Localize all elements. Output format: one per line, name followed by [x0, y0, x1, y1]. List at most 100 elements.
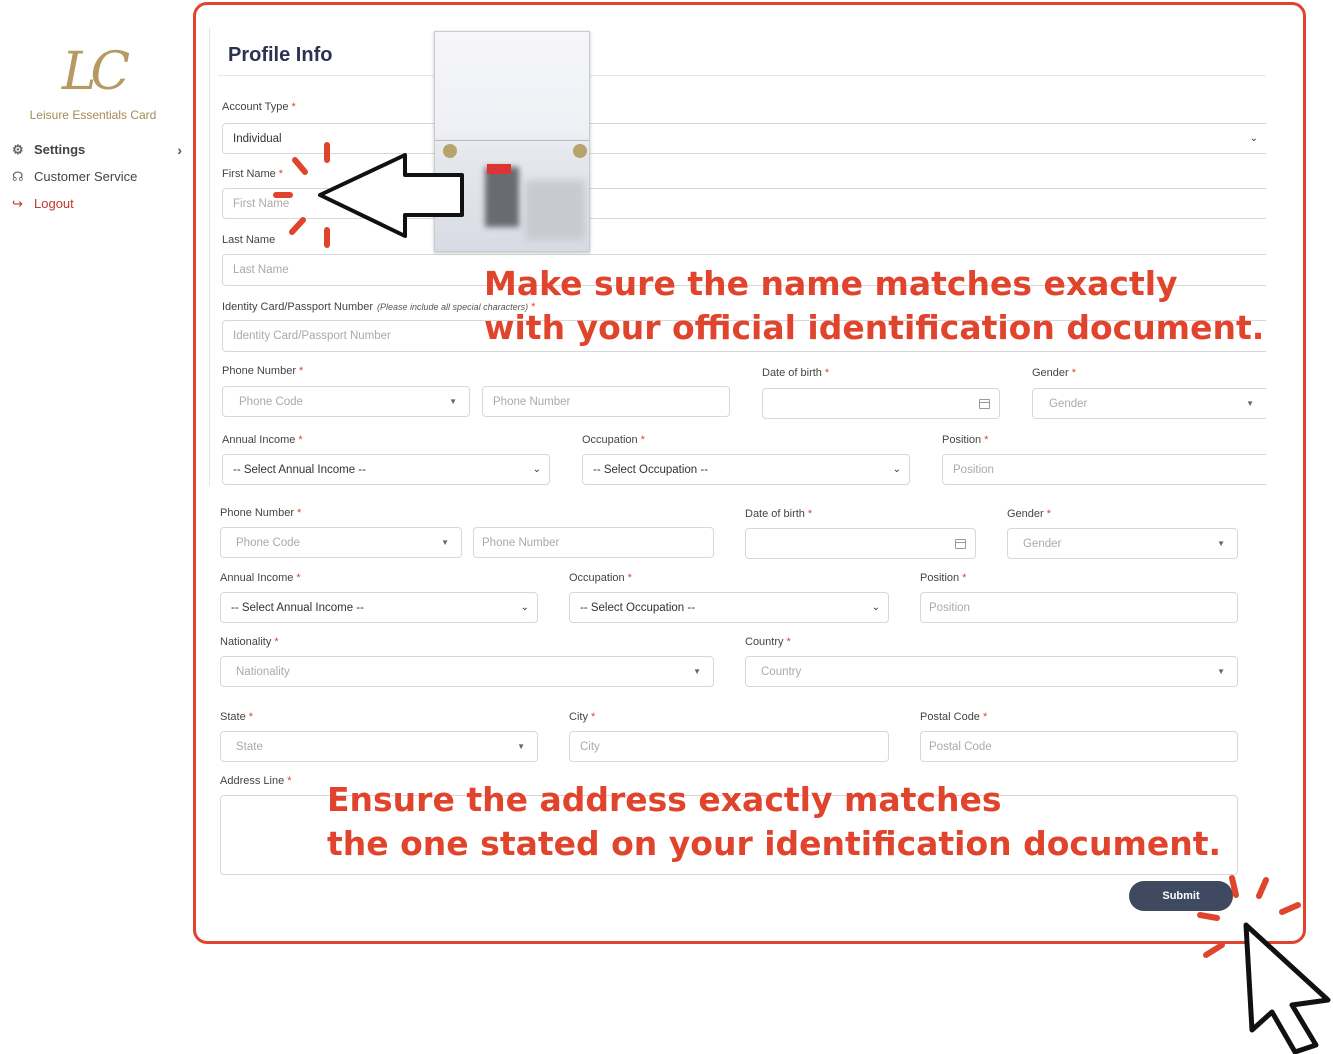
chevron-down-icon: ⌄: [892, 464, 901, 475]
dob-label: Date of birth *: [762, 367, 830, 379]
occupation-select[interactable]: -- Select Occupation -- ⌄: [582, 454, 910, 485]
country-label: Country *: [745, 636, 791, 648]
position-input-2[interactable]: Position: [920, 592, 1238, 623]
phone-number-placeholder: Phone Number: [482, 536, 560, 549]
chevron-down-icon: ⌄: [532, 464, 541, 475]
phone-label: Phone Number *: [222, 365, 304, 377]
annual-income-value: -- Select Annual Income --: [233, 463, 366, 476]
caret-down-icon: ▼: [441, 538, 449, 547]
occupation-value: -- Select Occupation --: [593, 463, 709, 476]
position-input[interactable]: Position: [942, 454, 1266, 485]
caret-down-icon: ▼: [449, 397, 457, 406]
annual-income-value: -- Select Annual Income --: [231, 601, 364, 614]
passport-fold: [435, 140, 589, 141]
sidebar-item-settings[interactable]: ⚙ Settings ›: [12, 136, 182, 163]
address-line-label: Address Line *: [220, 775, 292, 787]
name-annotation-line-2: with your official identification docume…: [484, 308, 1265, 347]
nationality-placeholder: Nationality: [236, 665, 290, 678]
chevron-right-icon: ›: [177, 141, 182, 158]
sidebar-item-label: Logout: [34, 196, 74, 211]
nationality-select[interactable]: Nationality ▼: [220, 656, 714, 687]
account-type-select[interactable]: Individual ⌄: [222, 123, 1266, 154]
passport-seal: [573, 144, 587, 158]
chevron-down-icon: ⌄: [1249, 133, 1258, 144]
state-placeholder: State: [236, 740, 263, 753]
postal-code-placeholder: Postal Code: [929, 740, 992, 753]
first-name-label: First Name *: [222, 168, 284, 180]
annual-income-select[interactable]: -- Select Annual Income -- ⌄: [222, 454, 550, 485]
occupation-value: -- Select Occupation --: [580, 601, 696, 614]
phone-code-select-2[interactable]: Phone Code ▼: [220, 527, 462, 558]
chevron-down-icon: ⌄: [871, 602, 880, 613]
address-annotation-line-1: Ensure the address exactly matches: [327, 780, 1002, 819]
annual-income-label-2: Annual Income *: [220, 572, 301, 584]
annual-income-select-2[interactable]: -- Select Annual Income -- ⌄: [220, 592, 538, 623]
gender-select-2[interactable]: Gender ▼: [1007, 528, 1238, 559]
passport-photo: [485, 167, 519, 227]
gender-select[interactable]: Gender ▼: [1032, 388, 1266, 419]
page-title: Profile Info: [228, 44, 333, 66]
brand-logo[interactable]: LC Leisure Essentials Card: [28, 40, 158, 122]
country-select[interactable]: Country ▼: [745, 656, 1238, 687]
brand-name: Leisure Essentials Card: [29, 108, 157, 122]
calendar-icon: [955, 538, 966, 549]
annual-income-label: Annual Income *: [222, 434, 303, 446]
nationality-label: Nationality *: [220, 636, 279, 648]
sliders-icon: ⚙: [12, 141, 24, 157]
name-annotation-line-1: Make sure the name matches exactly: [484, 264, 1178, 303]
caret-down-icon: ▼: [1217, 667, 1225, 676]
phone-code-placeholder: Phone Code: [236, 536, 300, 549]
last-name-label: Last Name: [222, 234, 276, 246]
position-label-2: Position *: [920, 572, 967, 584]
calendar-icon: [979, 398, 990, 409]
chevron-down-icon: ⌄: [520, 602, 529, 613]
dob-input-2[interactable]: [745, 528, 976, 559]
phone-number-input-2[interactable]: Phone Number: [473, 527, 714, 558]
title-divider: [218, 75, 1266, 76]
postal-code-label: Postal Code *: [920, 711, 988, 723]
phone-number-placeholder: Phone Number: [493, 395, 571, 408]
sidebar-item-customer-service[interactable]: ☊ Customer Service: [12, 163, 182, 190]
country-placeholder: Country: [761, 665, 802, 678]
city-placeholder: City: [580, 740, 600, 753]
first-name-placeholder: First Name: [233, 197, 290, 210]
gender-placeholder: Gender: [1049, 397, 1088, 410]
gender-label-2: Gender *: [1007, 508, 1051, 520]
logo-mark: LC: [61, 42, 130, 102]
postal-code-input[interactable]: Postal Code: [920, 731, 1238, 762]
passport-blurred-details: [525, 180, 585, 240]
dob-input[interactable]: [762, 388, 1000, 419]
position-placeholder: Position: [929, 601, 970, 614]
sidebar-item-label: Settings: [34, 142, 86, 157]
state-select[interactable]: State ▼: [220, 731, 538, 762]
name-annotation: Make sure the name matches exactly with …: [484, 262, 1264, 350]
state-label: State *: [220, 711, 253, 723]
address-annotation: Ensure the address exactly matches the o…: [327, 778, 1221, 866]
address-annotation-line-2: the one stated on your identification do…: [327, 824, 1222, 863]
first-name-input[interactable]: First Name: [222, 188, 1266, 219]
last-name-placeholder: Last Name: [233, 264, 289, 276]
passport-image: [434, 31, 590, 252]
dob-label-2: Date of birth *: [745, 508, 813, 520]
account-type-label: Account Type *: [222, 101, 296, 113]
headset-icon: ☊: [12, 168, 24, 184]
gender-placeholder: Gender: [1023, 537, 1062, 550]
position-label: Position *: [942, 434, 989, 446]
phone-label-2: Phone Number *: [220, 507, 302, 519]
caret-down-icon: ▼: [1246, 399, 1254, 408]
phone-code-select[interactable]: Phone Code ▼: [222, 386, 470, 417]
logout-icon: ↪: [12, 195, 23, 211]
caret-down-icon: ▼: [693, 667, 701, 676]
account-type-value: Individual: [233, 132, 282, 145]
city-input[interactable]: City: [569, 731, 889, 762]
caret-down-icon: ▼: [1217, 539, 1225, 548]
occupation-label-2: Occupation *: [569, 572, 632, 584]
occupation-select-2[interactable]: -- Select Occupation -- ⌄: [569, 592, 889, 623]
sidebar-item-logout[interactable]: ↪ Logout: [12, 190, 182, 217]
submit-button[interactable]: Submit: [1129, 881, 1233, 911]
caret-down-icon: ▼: [517, 742, 525, 751]
id-number-placeholder: Identity Card/Passport Number: [233, 330, 391, 342]
passport-redaction: [487, 164, 511, 174]
sidebar-nav: ⚙ Settings › ☊ Customer Service ↪ Logout: [12, 136, 182, 217]
phone-number-input[interactable]: Phone Number: [482, 386, 730, 417]
